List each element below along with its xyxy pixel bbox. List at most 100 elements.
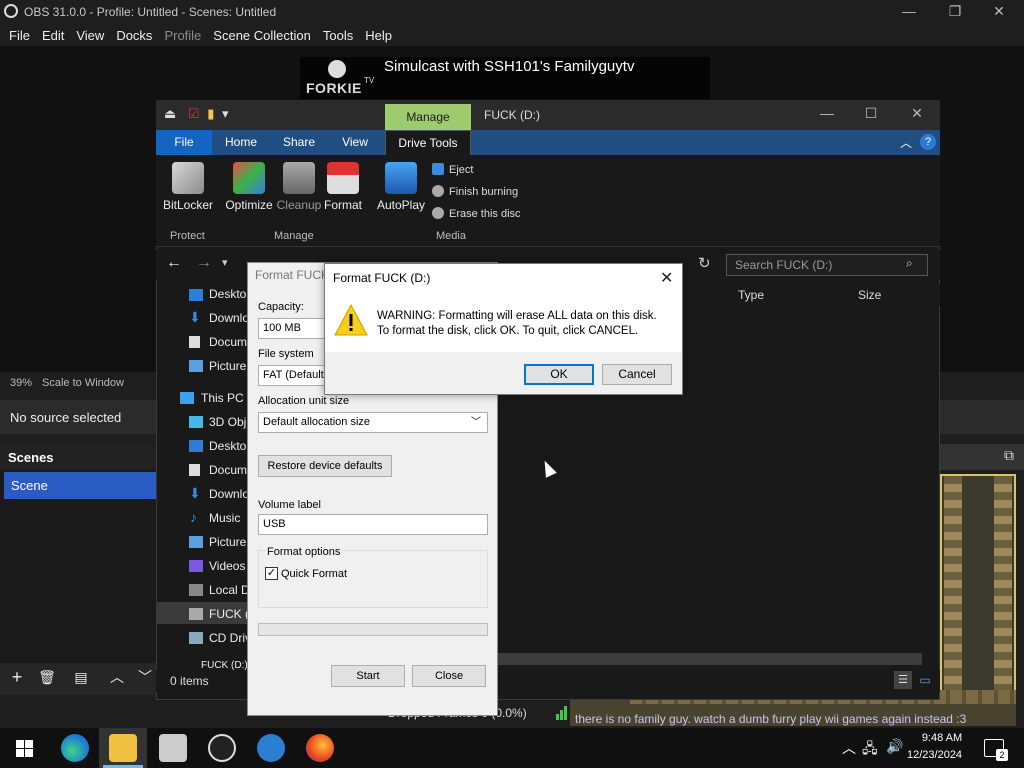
pictures-icon (189, 360, 203, 372)
large-icons-view-icon[interactable]: ▭ (916, 671, 934, 689)
move-scene-down-button[interactable]: ﹀ (134, 667, 156, 689)
explorer-maximize-button[interactable]: ☐ (848, 102, 894, 126)
tab-home[interactable]: Home (216, 130, 266, 155)
cancel-button[interactable]: Cancel (602, 364, 672, 385)
obs-taskbar-icon[interactable] (208, 734, 236, 762)
new-folder-icon[interactable]: ▮ (207, 106, 214, 121)
obs-close-button[interactable]: ✕ (976, 0, 1022, 24)
finish-burning-button[interactable]: Finish burning (432, 185, 518, 198)
menu-view[interactable]: View (76, 28, 104, 43)
scene-filters-button[interactable]: ▤ (70, 667, 92, 689)
obs-window-title: OBS 31.0.0 - Profile: Untitled - Scenes:… (24, 5, 277, 19)
game-capture-view (940, 474, 1016, 700)
items-count: 0 items (170, 674, 209, 688)
allocation-select[interactable]: Default allocation size ﹀ (258, 412, 488, 433)
bitlocker-button[interactable]: BitLocker (162, 162, 214, 212)
forkie-logo: FORKIE TV (306, 58, 378, 98)
start-button[interactable]: Start (331, 665, 405, 687)
network-app-icon[interactable] (257, 734, 285, 762)
close-button[interactable]: Close (412, 665, 486, 687)
details-view-icon[interactable]: ☰ (894, 671, 912, 689)
usb-drive-icon (189, 608, 203, 620)
drive-icon: ⏏ (164, 106, 177, 121)
help-icon[interactable]: ? (920, 134, 936, 150)
horizontal-scrollbar[interactable] (498, 653, 922, 665)
firefox-icon[interactable] (306, 734, 334, 762)
clock-time[interactable]: 9:48 AM (914, 732, 970, 744)
collapse-ribbon-icon[interactable]: ︿ (900, 134, 912, 151)
edge-icon[interactable] (61, 734, 89, 762)
properties-icon[interactable]: ☑ (188, 106, 200, 121)
ok-button[interactable]: OK (524, 364, 594, 385)
group-manage: Manage (274, 230, 314, 242)
nav-pictures[interactable]: Pictures (209, 359, 252, 373)
restore-defaults-button[interactable]: Restore device defaults (258, 455, 392, 477)
obs-minimize-button[interactable]: — (886, 0, 932, 24)
volume-icon[interactable]: 🔊 (886, 738, 903, 755)
scenes-dock-header: Scenes (0, 444, 156, 470)
notification-badge: 2 (996, 749, 1008, 761)
this-pc-icon (180, 392, 194, 404)
cleanup-button[interactable]: Cleanup (274, 162, 324, 212)
music-icon: ♪ (190, 509, 197, 525)
quick-format-checkbox[interactable]: ✓ (265, 567, 278, 580)
clock-date[interactable]: 12/23/2024 (907, 749, 962, 761)
nav-videos[interactable]: Videos (209, 559, 245, 573)
refresh-icon[interactable]: ↻ (698, 254, 711, 272)
nav-pictures-pc[interactable]: Pictures (209, 535, 252, 549)
menu-scene-collection[interactable]: Scene Collection (213, 28, 311, 43)
network-icon[interactable]: 🖧 (862, 738, 878, 762)
tab-drive-tools[interactable]: Drive Tools (385, 130, 471, 155)
scene-list-item[interactable]: Scene (4, 472, 156, 499)
volume-label-input[interactable]: USB (258, 514, 488, 535)
quick-format-label: Quick Format (281, 568, 348, 580)
quick-access-toolbar: ⏏ ☑ ▮ ▾ (164, 106, 229, 122)
zoom-mode[interactable]: Scale to Window (42, 377, 124, 389)
optimize-button[interactable]: Optimize (224, 162, 274, 212)
warning-close-icon[interactable]: ✕ (660, 268, 673, 288)
move-scene-up-button[interactable]: ︿ (106, 667, 128, 689)
show-hidden-icons[interactable]: ︿ (842, 738, 856, 758)
menu-help[interactable]: Help (365, 28, 392, 43)
local-disk-icon (189, 584, 203, 596)
column-size[interactable]: Size (858, 288, 881, 302)
eject-button[interactable]: Eject (432, 163, 473, 176)
windows-start-icon[interactable] (16, 740, 33, 757)
tab-view[interactable]: View (332, 130, 378, 155)
explorer-minimize-button[interactable]: — (804, 102, 850, 126)
remove-scene-button[interactable]: 🗑 (36, 667, 58, 689)
autoplay-button[interactable]: AutoPlay (376, 162, 426, 212)
add-scene-button[interactable]: + (6, 667, 28, 689)
obs-maximize-button[interactable]: ❐ (932, 0, 978, 24)
format-button[interactable]: Format (320, 162, 366, 212)
search-box[interactable]: Search FUCK (D:) (726, 254, 928, 276)
manage-context-tab[interactable]: Manage (385, 104, 471, 130)
undock-icon[interactable]: ⧉ (1004, 447, 1014, 464)
customize-qa-icon[interactable]: ▾ (222, 106, 229, 121)
column-type[interactable]: Type (738, 288, 764, 302)
group-media: Media (436, 230, 466, 242)
back-icon[interactable]: ← (166, 254, 182, 272)
menu-profile[interactable]: Profile (164, 28, 201, 43)
forkie-glyph-icon (328, 60, 346, 78)
menu-file[interactable]: File (9, 28, 30, 43)
warning-message-line1: WARNING: Formatting will erase ALL data … (377, 310, 657, 322)
autoplay-icon (385, 162, 417, 194)
forward-icon[interactable]: → (196, 254, 212, 272)
nav-music[interactable]: Music (209, 511, 240, 525)
menu-tools[interactable]: Tools (323, 28, 353, 43)
ticker-text: there is no family guy. watch a dumb fur… (575, 712, 967, 726)
recent-locations-icon[interactable]: ▾ (222, 256, 228, 269)
explorer-close-button[interactable]: ✕ (894, 102, 940, 126)
nav-this-pc[interactable]: This PC (201, 391, 244, 405)
tab-share[interactable]: Share (274, 130, 324, 155)
app-icon[interactable] (159, 734, 187, 762)
file-explorer-icon[interactable] (109, 734, 137, 762)
menu-docks[interactable]: Docks (116, 28, 152, 43)
erase-disc-button[interactable]: Erase this disc (432, 207, 521, 220)
allocation-label: Allocation unit size (258, 395, 350, 407)
zoom-percent[interactable]: 39% (10, 377, 32, 389)
menu-edit[interactable]: Edit (42, 28, 64, 43)
documents-pc-icon (189, 464, 200, 476)
tab-file[interactable]: File (156, 130, 212, 155)
